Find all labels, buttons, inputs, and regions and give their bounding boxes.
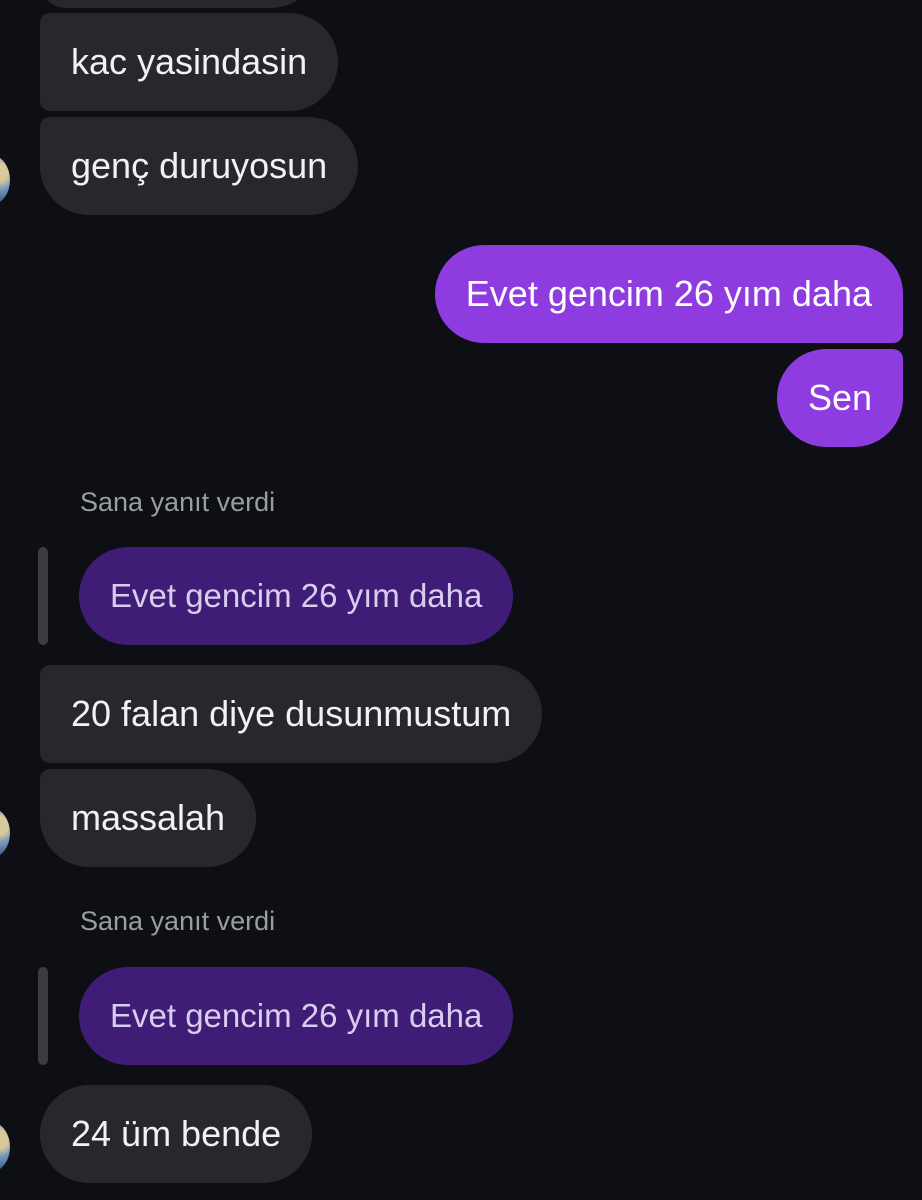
chat-thread: kac yasindasin genç duruyosun Evet genci… <box>0 0 922 1200</box>
reply-indicator-bar <box>38 967 48 1065</box>
incoming-message[interactable]: kac yasindasin <box>40 13 339 111</box>
contact-avatar-icon[interactable] <box>0 155 10 205</box>
quoted-message[interactable]: Evet gencim 26 yım daha <box>79 967 514 1065</box>
incoming-message[interactable]: genç duruyosun <box>40 117 359 215</box>
contact-avatar-icon[interactable] <box>0 808 10 858</box>
quoted-message[interactable]: Evet gencim 26 yım daha <box>79 547 514 645</box>
contact-avatar-icon[interactable] <box>0 1122 10 1172</box>
reply-label: Sana yanıt verdi <box>80 906 276 936</box>
incoming-message[interactable]: 20 falan diye dusunmustum <box>40 665 543 763</box>
incoming-message[interactable]: 24 üm bende <box>40 1085 313 1183</box>
message-bubble-partial[interactable] <box>40 0 320 8</box>
outgoing-message[interactable]: Evet gencim 26 yım daha <box>434 245 903 343</box>
outgoing-message[interactable]: Sen <box>776 349 903 447</box>
reply-indicator-bar <box>38 547 48 645</box>
reply-label: Sana yanıt verdi <box>80 487 276 517</box>
incoming-message[interactable]: massalah <box>40 769 257 867</box>
